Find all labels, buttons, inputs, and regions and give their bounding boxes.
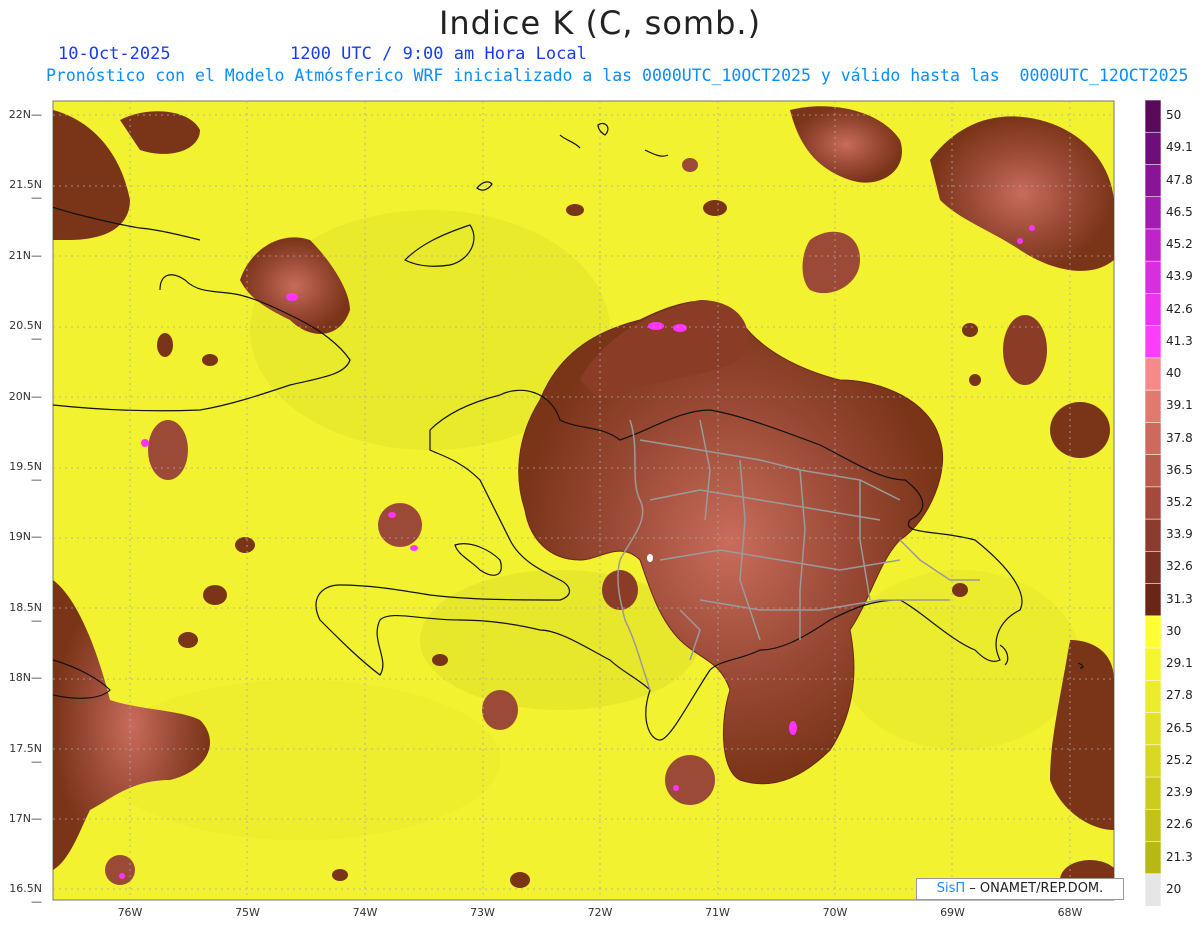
colorbar-swatch bbox=[1145, 680, 1162, 714]
k-index-map bbox=[52, 100, 1115, 901]
colorbar-label: 33.9 bbox=[1166, 527, 1193, 542]
lon-label: 69W bbox=[940, 906, 965, 919]
colorbar-swatch bbox=[1145, 486, 1162, 520]
lat-label: 21N— bbox=[8, 248, 42, 262]
colorbar-label: 29.1 bbox=[1166, 656, 1193, 671]
colorbar-swatch bbox=[1145, 389, 1162, 424]
colorbar-label: 50 bbox=[1166, 108, 1182, 123]
lon-label: 68W bbox=[1057, 906, 1083, 919]
colorbar-label: 40 bbox=[1166, 366, 1182, 381]
colorbar-swatch bbox=[1145, 518, 1162, 553]
lat-label: 21.5N— bbox=[9, 178, 42, 205]
lat-label: 20N— bbox=[8, 389, 42, 403]
colorbar-swatch bbox=[1145, 712, 1162, 746]
colorbar-label: 27.8 bbox=[1166, 688, 1193, 703]
colorbar-swatch bbox=[1145, 454, 1162, 488]
colorbar-swatch bbox=[1145, 293, 1162, 327]
lat-label: 18.5N— bbox=[9, 600, 42, 627]
colorbar-label: 47.8 bbox=[1166, 172, 1193, 187]
colorbar-label: 26.5 bbox=[1166, 720, 1193, 735]
colorbar-swatch bbox=[1145, 841, 1162, 875]
colorbar-label: 35.2 bbox=[1166, 495, 1193, 509]
colorbar-swatch bbox=[1145, 131, 1162, 166]
lat-label: 18N— bbox=[8, 671, 42, 685]
colorbar-swatch bbox=[1145, 776, 1162, 811]
credit-box: SisΠ – ONAMET/REP.DOM. bbox=[916, 878, 1124, 900]
colorbar-swatch bbox=[1145, 583, 1162, 617]
forecast-subtitle: Pronóstico con el Modelo Atmósferico WRF… bbox=[46, 66, 1189, 85]
colorbar-label: 23.9 bbox=[1166, 785, 1193, 800]
colorbar-label: 22.6 bbox=[1166, 817, 1193, 832]
forecast-valid-time: 1200 UTC / 9:00 am Hora Local bbox=[290, 44, 587, 64]
lat-label: 17.5N— bbox=[9, 741, 42, 768]
colorbar-swatch bbox=[1145, 744, 1162, 778]
credit-brand: SisΠ bbox=[936, 881, 966, 896]
colorbar-label: 42.6 bbox=[1166, 301, 1193, 316]
colorbar-label: 37.8 bbox=[1166, 430, 1193, 445]
colorbar-label: 39.1 bbox=[1166, 398, 1193, 413]
colorbar-swatch bbox=[1145, 615, 1162, 649]
colorbar-label: 31.3 bbox=[1166, 591, 1193, 606]
lat-label: 19N— bbox=[8, 530, 42, 544]
lon-label: 70W bbox=[822, 906, 848, 919]
lon-label: 71W bbox=[705, 906, 730, 919]
colorbar-label: 43.9 bbox=[1166, 269, 1193, 284]
colorbar-swatch bbox=[1145, 422, 1162, 456]
colorbar-label: 20 bbox=[1166, 881, 1182, 896]
colorbar-label: 25.2 bbox=[1166, 752, 1193, 767]
colorbar-swatch bbox=[1145, 164, 1162, 198]
colorbar-label: 21.3 bbox=[1166, 849, 1193, 864]
lat-label: 20.5N— bbox=[9, 319, 42, 346]
lat-label: 17N— bbox=[8, 812, 42, 825]
colorbar-label: 49.1 bbox=[1166, 140, 1193, 155]
lon-label: 73W bbox=[470, 906, 495, 919]
colorbar-swatch bbox=[1145, 260, 1162, 295]
colorbar-swatch bbox=[1145, 808, 1162, 843]
colorbar-label: 46.5 bbox=[1166, 204, 1193, 219]
colorbar-label: 30 bbox=[1166, 623, 1182, 638]
lon-label: 72W bbox=[587, 906, 613, 919]
lat-label: 16.5N— bbox=[9, 882, 42, 909]
colorbar-label: 32.6 bbox=[1166, 559, 1193, 574]
colorbar-swatch bbox=[1145, 357, 1162, 391]
colorbar-swatch bbox=[1145, 647, 1162, 682]
colorbar-label: 45.2 bbox=[1166, 237, 1193, 252]
colorbar-label: 41.3 bbox=[1166, 333, 1193, 348]
colorbar-swatch bbox=[1145, 873, 1162, 906]
credit-org: – ONAMET/REP.DOM. bbox=[965, 881, 1104, 896]
lon-label: 76W bbox=[117, 906, 143, 919]
colorbar-swatch bbox=[1145, 100, 1162, 134]
colorbar-label: 36.5 bbox=[1166, 462, 1193, 477]
colorbar-swatch bbox=[1145, 551, 1162, 585]
lat-label: 19.5N— bbox=[9, 460, 42, 486]
colorbar-swatch bbox=[1145, 196, 1162, 230]
colorbar-swatch bbox=[1145, 325, 1162, 359]
lon-label: 74W bbox=[352, 906, 378, 919]
colorbar bbox=[1145, 100, 1162, 906]
lat-label: 22N— bbox=[8, 108, 42, 121]
forecast-date: 10-Oct-2025 bbox=[58, 44, 171, 64]
lon-label: 75W bbox=[235, 906, 260, 919]
colorbar-swatch bbox=[1145, 228, 1162, 263]
map-title: Indice K (C, somb.) bbox=[438, 4, 762, 42]
